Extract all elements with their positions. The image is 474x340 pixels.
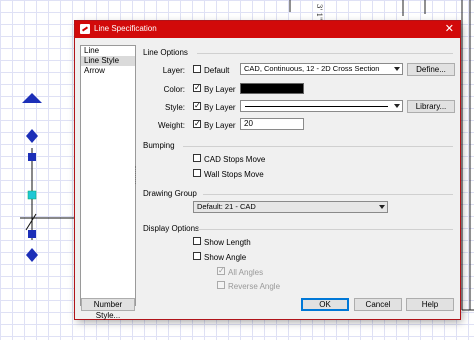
dialog-title: Line Specification [94,24,157,33]
nav-item-line[interactable]: Line [81,46,135,56]
drawing-group-select[interactable]: Default: 21 - CAD [193,201,388,213]
cancel-button[interactable]: Cancel [354,298,402,311]
chevron-down-icon [379,205,385,209]
cad-square-marker [28,230,36,238]
display-options-header: Display Options [143,224,200,233]
line-specification-dialog: Line Specification ✕ Line Line Style Arr… [75,21,460,320]
all-angles-checkbox[interactable] [217,266,225,275]
chevron-down-icon [394,67,400,71]
style-by-layer-checkbox[interactable] [193,101,201,110]
wall-stops-move-checkbox[interactable] [193,169,201,177]
color-swatch[interactable] [240,83,304,94]
style-label: Style: [164,103,185,112]
layer-default-checkbox[interactable] [193,65,201,73]
line-style-select[interactable] [240,100,403,112]
color-by-layer-checkbox[interactable] [193,83,201,92]
cad-stops-move-checkbox[interactable] [193,154,201,162]
wall-stops-move-label: Wall Stops Move [204,170,264,179]
library-button[interactable]: Library... [407,100,455,113]
weight-label: Weight: [158,121,185,130]
section-divider [203,194,453,195]
app-icon [80,24,90,34]
cad-stops-move-label: CAD Stops Move [204,155,266,164]
section-divider [197,53,453,54]
chevron-down-icon [394,104,400,108]
line-style-sample [245,106,388,107]
section-divider [183,146,453,147]
show-angle-checkbox[interactable] [193,252,201,260]
all-angles-label: All Angles [228,268,264,277]
nav-item-line-style[interactable]: Line Style [81,56,135,66]
ok-button[interactable]: OK [301,298,349,311]
section-divider [198,229,453,230]
cad-selected-marker [27,190,37,200]
weight-input[interactable]: 20 [240,118,304,130]
layer-label: Layer: [162,66,185,75]
layer-select-value: CAD, Continuous, 12 - 2D Cross Section [244,64,380,73]
category-list: Line Line Style Arrow [80,45,136,306]
cad-square-marker [28,153,36,161]
color-by-layer-label: By Layer [204,85,236,94]
help-button[interactable]: Help [406,298,454,311]
panel-splitter[interactable] [135,166,138,184]
reverse-angle-label: Reverse Angle [228,282,281,291]
layer-default-label: Default [204,66,230,75]
define-button[interactable]: Define... [407,63,455,76]
dialog-titlebar[interactable]: Line Specification ✕ [75,21,460,38]
drawing-group-header: Drawing Group [143,189,197,198]
style-by-layer-label: By Layer [204,103,236,112]
close-icon[interactable]: ✕ [445,22,454,35]
show-length-checkbox[interactable] [193,237,201,245]
nav-item-arrow[interactable]: Arrow [81,66,135,76]
cad-tick [25,213,37,231]
line-options-header: Line Options [143,48,188,57]
number-style-button[interactable]: Number Style... [81,298,135,320]
weight-by-layer-label: By Layer [204,121,236,130]
cad-diamond-marker [26,248,38,262]
reverse-angle-checkbox[interactable] [217,281,225,289]
weight-by-layer-checkbox[interactable] [193,119,201,128]
layer-select[interactable]: CAD, Continuous, 12 - 2D Cross Section [240,63,403,75]
bumping-header: Bumping [143,141,175,150]
cad-diamond-marker [26,129,38,143]
show-angle-label: Show Angle [204,253,247,262]
show-length-label: Show Length [204,238,251,247]
drawing-group-value: Default: 21 - CAD [197,202,256,211]
cad-dimension-label: 3' 1" [315,4,323,21]
color-label: Color: [163,85,185,94]
cad-arrow-marker [22,93,42,103]
